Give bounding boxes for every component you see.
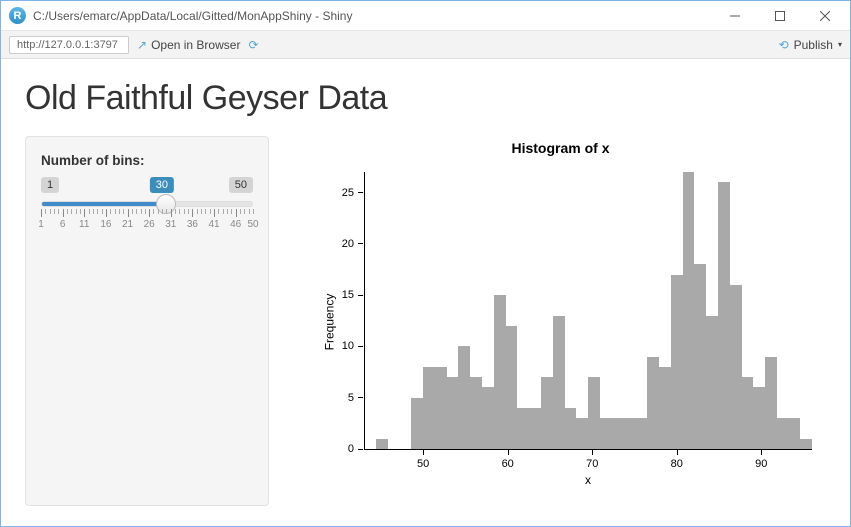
histogram-bar: [671, 275, 683, 449]
histogram-bar: [423, 367, 435, 449]
histogram-bars: [364, 172, 812, 449]
publish-label: Publish: [794, 38, 833, 52]
histogram-bar: [447, 377, 459, 449]
open-browser-label: Open in Browser: [151, 38, 240, 52]
slider-tick-label: 16: [100, 219, 111, 230]
browser-icon: ↗: [137, 38, 147, 52]
histogram-bar: [576, 418, 588, 449]
chart-title: Histogram of x: [295, 140, 826, 156]
publish-icon: ⟲: [779, 38, 789, 52]
publish-button[interactable]: ⟲ Publish ▾: [779, 38, 842, 52]
refresh-icon: ⟳: [248, 38, 258, 52]
slider-tick-label: 46: [230, 219, 241, 230]
slider-min: 1: [41, 177, 59, 193]
slider-tick-labels: 16111621263136414650: [41, 219, 253, 233]
toolbar: http://127.0.0.1:3797 ↗ Open in Browser …: [1, 31, 850, 59]
r-logo-icon: R: [9, 7, 26, 24]
bins-slider[interactable]: 1 30 50 16111621263136414650: [41, 177, 253, 233]
histogram-bar: [612, 418, 624, 449]
histogram-bar: [541, 377, 553, 449]
x-axis-label: x: [364, 473, 812, 487]
slider-max: 50: [229, 177, 253, 193]
histogram-bar: [718, 182, 730, 449]
histogram-bar: [624, 418, 636, 449]
slider-tick-label: 36: [187, 219, 198, 230]
histogram-bar: [411, 398, 423, 449]
page-content: Old Faithful Geyser Data Number of bins:…: [1, 59, 850, 526]
histogram-bar: [565, 408, 577, 449]
histogram-bar: [647, 357, 659, 449]
layout: Number of bins: 1 30 50 1611162126313641…: [25, 136, 826, 506]
refresh-button[interactable]: ⟳: [248, 38, 258, 52]
histogram-bar: [635, 418, 647, 449]
url-field[interactable]: http://127.0.0.1:3797: [9, 36, 129, 54]
window-title: C:/Users/emarc/AppData/Local/Gitted/MonA…: [33, 9, 352, 23]
histogram-bar: [494, 295, 506, 449]
slider-tick-label: 26: [144, 219, 155, 230]
slider-ticks: [41, 209, 253, 219]
minimize-button[interactable]: [712, 2, 757, 30]
histogram-bar: [458, 346, 470, 449]
histogram-bar: [777, 418, 789, 449]
histogram-bar: [742, 377, 754, 449]
slider-tick-label: 11: [79, 219, 89, 230]
caret-down-icon: ▾: [838, 40, 842, 49]
close-button[interactable]: [802, 2, 847, 30]
page-title: Old Faithful Geyser Data: [25, 79, 826, 118]
histogram-bar: [800, 439, 812, 449]
histogram-bar: [706, 316, 718, 449]
histogram-bar: [529, 408, 541, 449]
histogram-bar: [600, 418, 612, 449]
histogram-bar: [789, 418, 801, 449]
app-window: R C:/Users/emarc/AppData/Local/Gitted/Mo…: [0, 0, 851, 527]
slider-tick-label: 50: [247, 219, 258, 230]
slider-tick-label: 41: [208, 219, 219, 230]
histogram-bar: [517, 408, 529, 449]
histogram-bar: [506, 326, 518, 449]
histogram-bar: [553, 316, 565, 449]
x-axis: 5060708090: [364, 449, 812, 455]
titlebar: R C:/Users/emarc/AppData/Local/Gitted/Mo…: [1, 1, 850, 31]
histogram-plot: Frequency 0510152025 5060708090 x: [309, 164, 826, 479]
sidebar-panel: Number of bins: 1 30 50 1611162126313641…: [25, 136, 269, 506]
window-controls: [712, 2, 847, 30]
slider-track[interactable]: [41, 201, 253, 207]
slider-value: 30: [150, 177, 174, 193]
histogram-bar: [683, 172, 695, 449]
histogram-bar: [482, 387, 494, 449]
histogram-bar: [659, 367, 671, 449]
maximize-button[interactable]: [757, 2, 802, 30]
slider-label: Number of bins:: [41, 153, 253, 168]
slider-tick-label: 1: [38, 219, 44, 230]
histogram-bar: [694, 264, 706, 449]
slider-fill: [42, 202, 166, 206]
slider-tick-label: 6: [60, 219, 66, 230]
slider-tick-label: 21: [122, 219, 133, 230]
histogram-bar: [435, 367, 447, 449]
histogram-bar: [470, 377, 482, 449]
histogram-bar: [588, 377, 600, 449]
histogram-bar: [753, 387, 765, 449]
y-axis: 0510152025: [333, 172, 363, 449]
main-panel: Histogram of x Frequency 0510152025 5060…: [295, 136, 826, 506]
histogram-bar: [730, 285, 742, 449]
histogram-bar: [765, 357, 777, 449]
histogram-bar: [376, 439, 388, 449]
slider-tick-label: 31: [165, 219, 176, 230]
open-in-browser-button[interactable]: ↗ Open in Browser: [137, 38, 240, 52]
